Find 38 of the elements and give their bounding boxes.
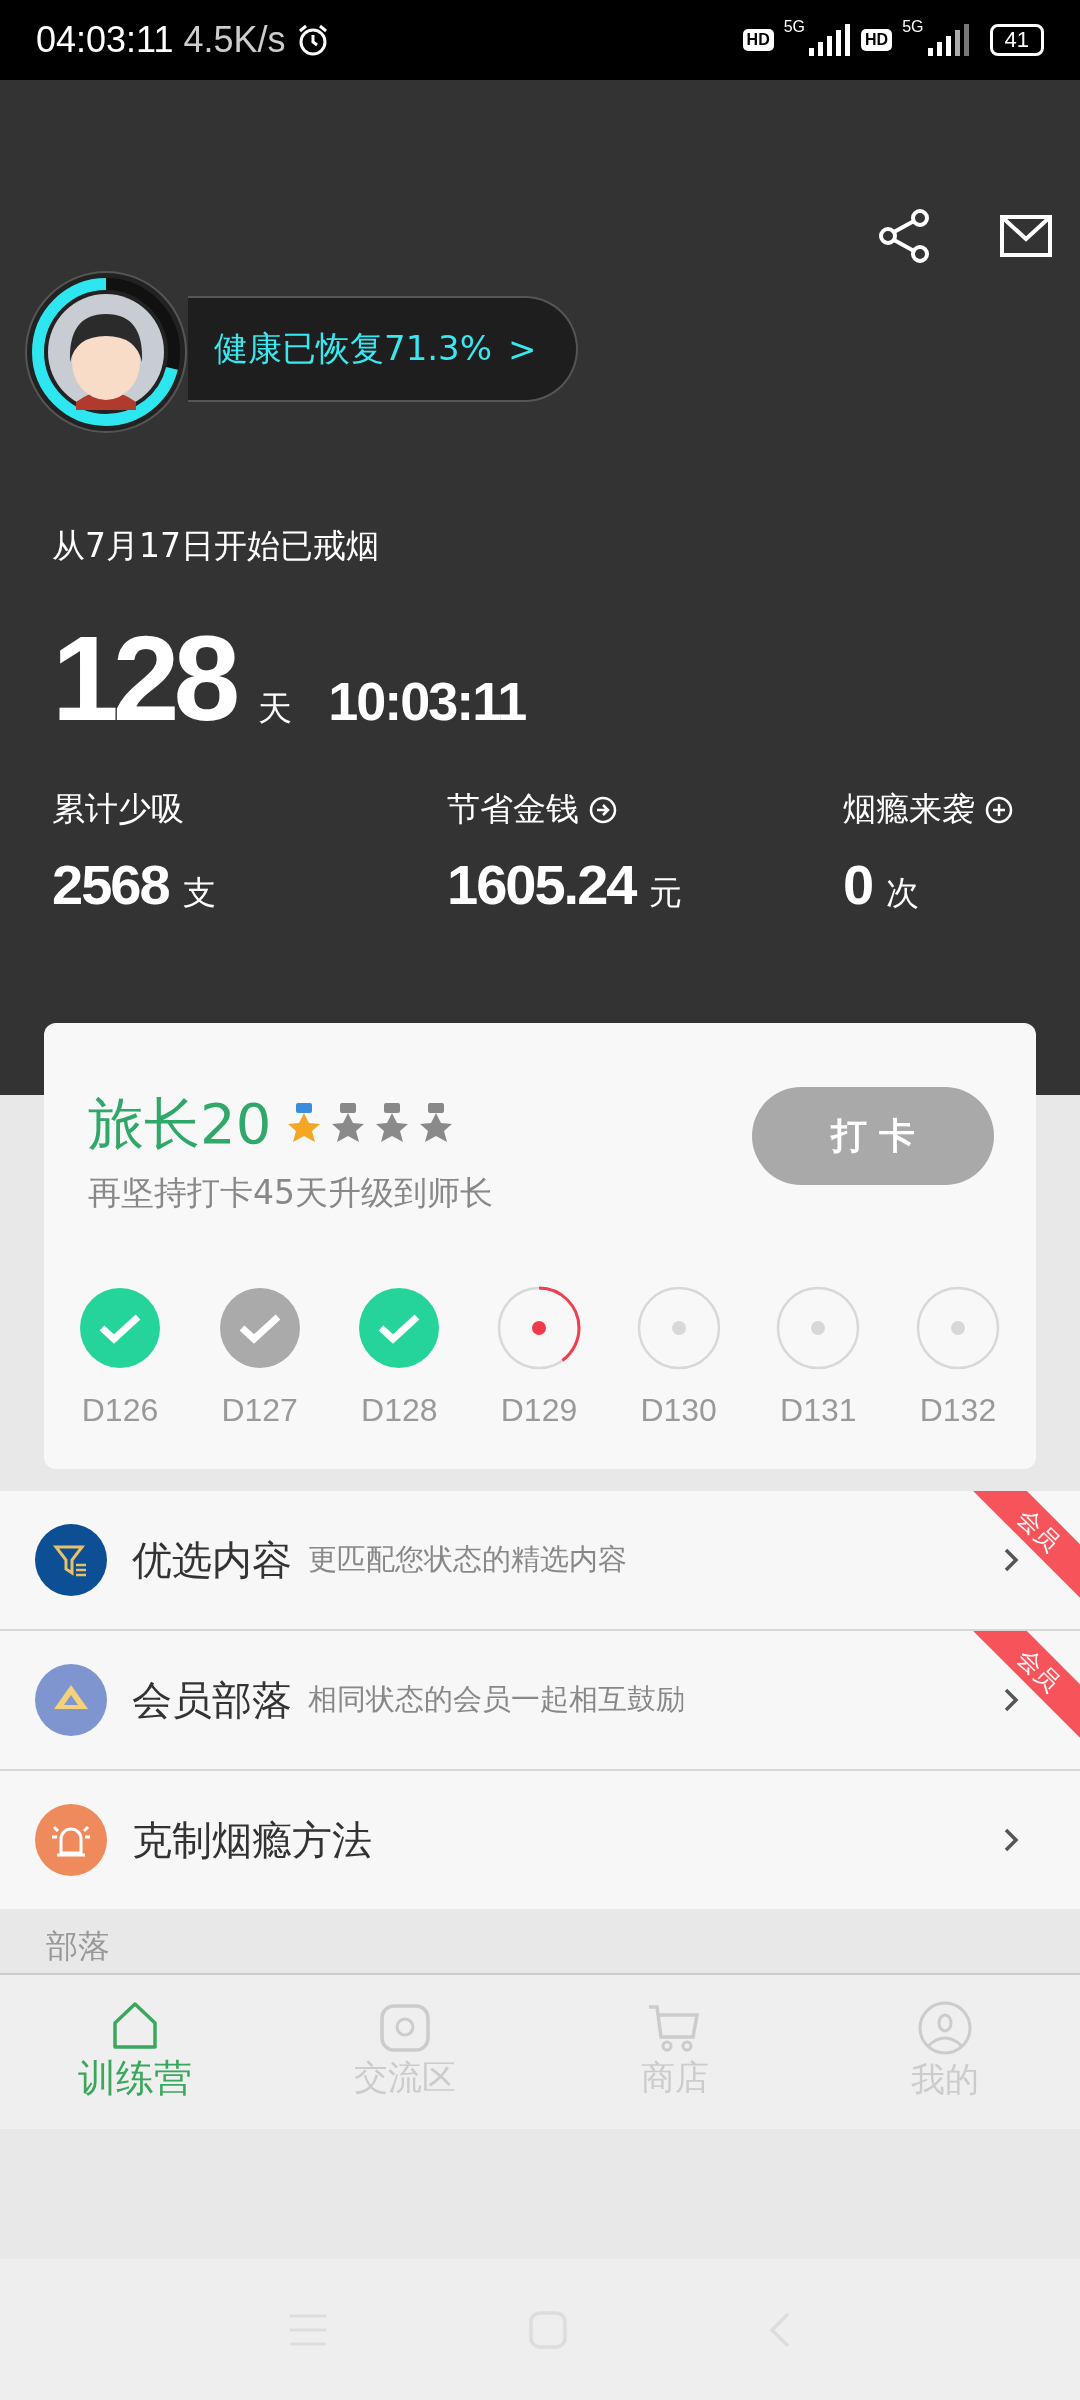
network-speed: 4.5K/s: [183, 19, 286, 61]
day-label: D130: [640, 1392, 717, 1429]
stat-label: 节省金钱: [447, 788, 579, 830]
stat-unit: 次: [886, 872, 920, 914]
stat-label: 烟瘾来袭: [843, 788, 975, 830]
hd-badge: HD: [861, 29, 893, 51]
network-type: 5G: [783, 18, 806, 36]
day-label: D127: [221, 1392, 298, 1429]
health-progress-button[interactable]: 健康已恢复71.3% >: [188, 296, 578, 402]
battery-indicator: 41: [989, 24, 1044, 56]
menu-subtitle: 相同状态的会员一起相互鼓励: [308, 1681, 685, 1718]
menu-item[interactable]: 克制烟瘾方法: [0, 1771, 1080, 1909]
check-in-button[interactable]: 打 卡: [752, 1087, 994, 1185]
days-count: 128: [52, 610, 235, 747]
stat-label: 累计少吸: [52, 788, 184, 830]
day-label: D129: [500, 1392, 578, 1429]
stat-value: 2568: [52, 852, 169, 917]
quit-date-text: 从7月17日开始已戒烟: [52, 525, 380, 567]
stat-value: 1605.24: [447, 852, 636, 917]
menu-subtitle: 更匹配您状态的精选内容: [308, 1541, 627, 1578]
network-type: 5G: [902, 18, 924, 36]
stat-unit: 支: [182, 872, 216, 914]
upgrade-hint: 再坚持打卡45天升级到师长: [88, 1172, 493, 1214]
day-label: D132: [919, 1392, 997, 1429]
menu-item[interactable]: 优选内容 更匹配您状态的精选内容 会员: [0, 1491, 1080, 1631]
day-label: D131: [780, 1392, 857, 1429]
day-label: D128: [361, 1392, 438, 1429]
stat-value: 0: [843, 852, 873, 917]
menu-item[interactable]: 会员部落 相同状态的会员一起相互鼓励 会员: [0, 1631, 1080, 1771]
stat-unit: 元: [649, 872, 683, 914]
days-unit: 天: [258, 687, 293, 730]
nav-tab[interactable]: 训练营: [0, 1975, 270, 2129]
section-title: 部落: [45, 1926, 111, 1967]
day-label: D126: [81, 1392, 159, 1429]
status-time: 04:03:11: [36, 19, 174, 61]
elapsed-time: 10:03:11: [328, 670, 526, 732]
hd-badge: HD: [742, 29, 774, 51]
rank-title: 旅长20: [88, 1090, 272, 1158]
